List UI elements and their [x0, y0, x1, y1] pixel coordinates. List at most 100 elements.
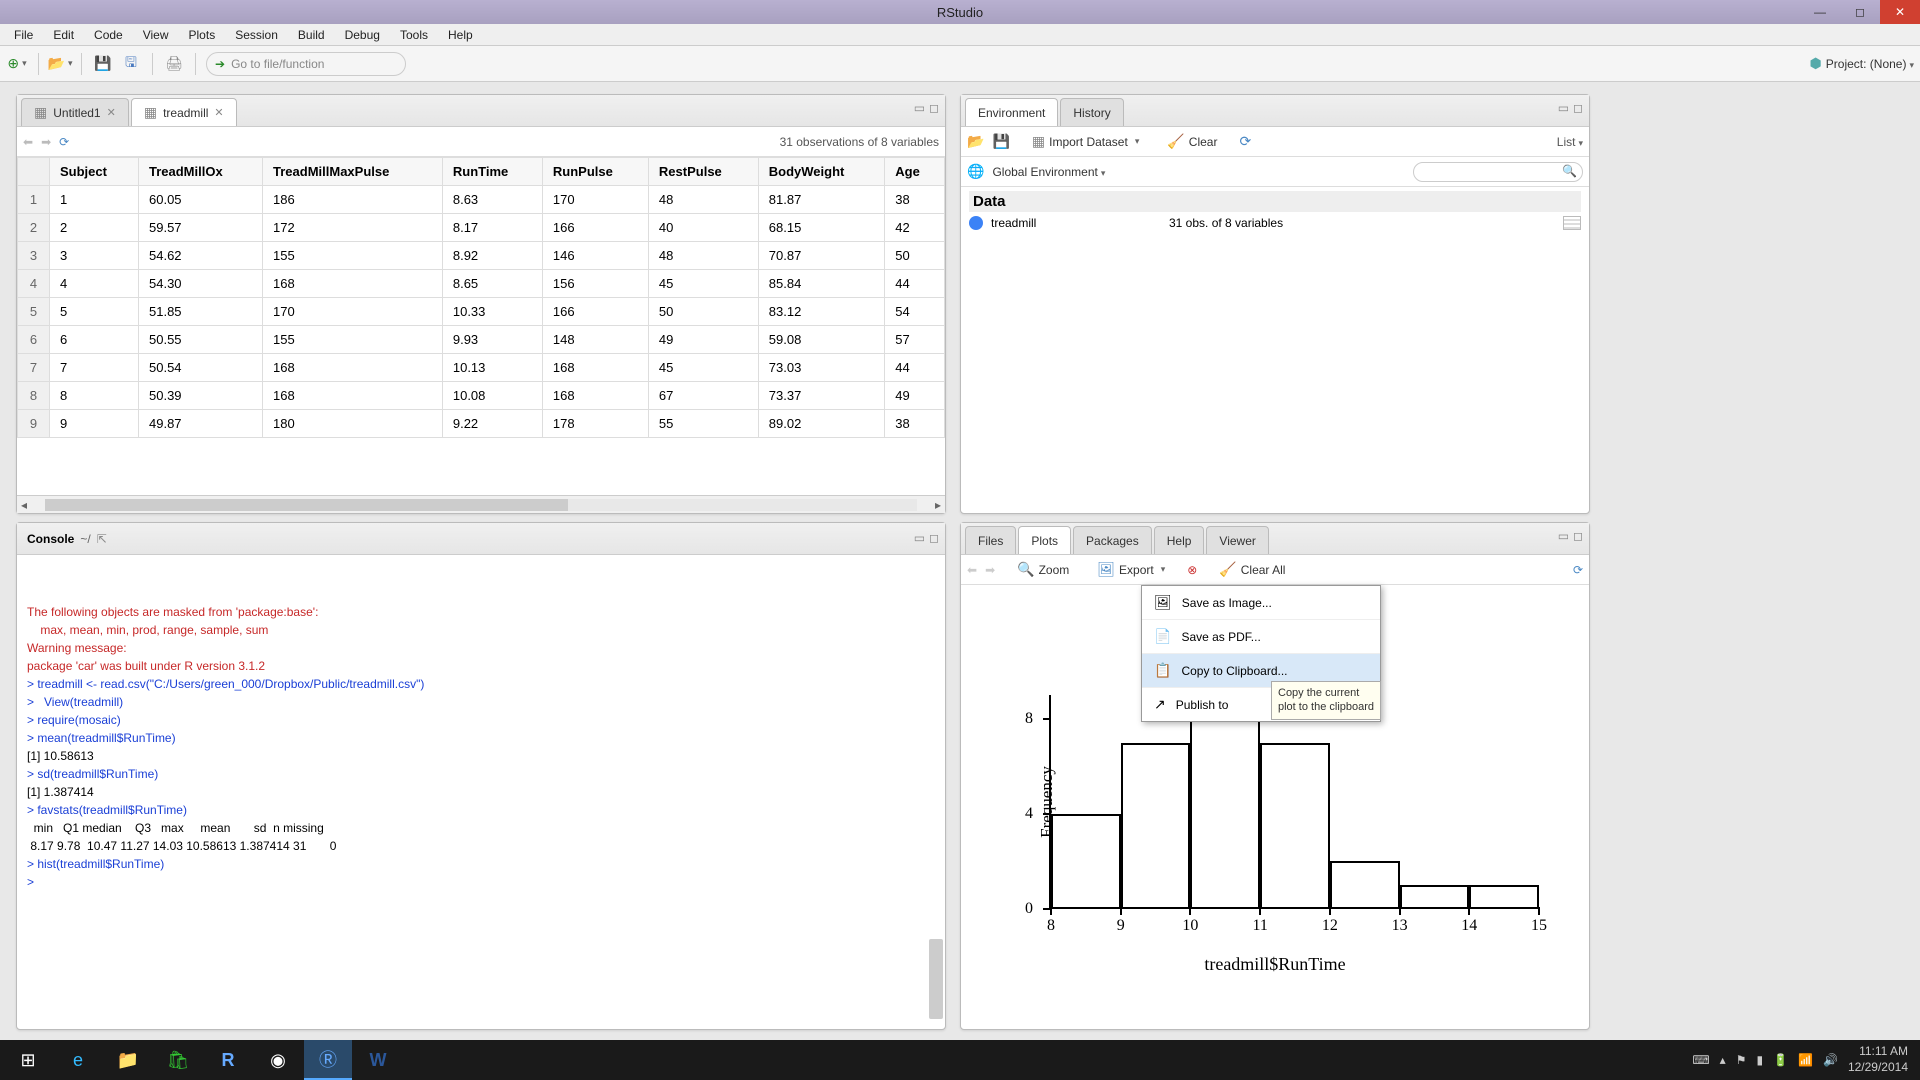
export-menu-item[interactable]: 📄Save as PDF...: [1142, 619, 1380, 653]
table-row[interactable]: 9949.871809.221785589.0238: [18, 410, 945, 438]
menu-file[interactable]: File: [4, 24, 43, 46]
import-dataset-button[interactable]: ▦Import Dataset: [1026, 131, 1145, 152]
reload-icon[interactable]: ⟳: [59, 135, 69, 149]
maximize-pane-icon[interactable]: ◻: [929, 101, 939, 115]
col-header[interactable]: TreadMillMaxPulse: [263, 158, 443, 186]
back-icon[interactable]: ⬅: [23, 135, 33, 149]
close-button[interactable]: ✕: [1880, 0, 1920, 24]
clear-env-button[interactable]: 🧹Clear: [1161, 131, 1223, 152]
save-env-icon[interactable]: 💾: [992, 133, 1009, 150]
clock[interactable]: 11:11 AM 12/29/2014: [1848, 1044, 1908, 1075]
close-tab-icon[interactable]: ✕: [107, 106, 116, 119]
tab-history[interactable]: History: [1060, 98, 1123, 126]
menu-edit[interactable]: Edit: [43, 24, 84, 46]
menu-debug[interactable]: Debug: [335, 24, 390, 46]
refresh-plot-icon[interactable]: ⟳: [1573, 563, 1583, 577]
forward-icon[interactable]: ➡: [41, 135, 51, 149]
next-plot-icon[interactable]: ➡: [985, 563, 995, 577]
table-row[interactable]: 6650.551559.931484959.0857: [18, 326, 945, 354]
scroll-thumb[interactable]: [45, 499, 568, 511]
table-row[interactable]: 7750.5416810.131684573.0344: [18, 354, 945, 382]
menu-help[interactable]: Help: [438, 24, 483, 46]
tray-chevron-icon[interactable]: ▴: [1720, 1053, 1726, 1067]
clear-all-button[interactable]: 🧹Clear All: [1213, 559, 1291, 580]
close-tab-icon[interactable]: ✕: [214, 106, 223, 119]
refresh-env-icon[interactable]: ⟳: [1239, 133, 1251, 150]
table-row[interactable]: 5551.8517010.331665083.1254: [18, 298, 945, 326]
wifi-icon[interactable]: 📶: [1798, 1053, 1813, 1067]
minimize-pane-icon[interactable]: ▭: [1558, 529, 1569, 543]
maximize-pane-icon[interactable]: ◻: [1573, 101, 1583, 115]
table-row[interactable]: 8850.3916810.081686773.3749: [18, 382, 945, 410]
system-tray[interactable]: ⌨ ▴ ⚑ ▮ 🔋 📶 🔊 11:11 AM 12/29/2014: [1692, 1044, 1916, 1075]
tab-files[interactable]: Files: [965, 526, 1016, 554]
word-icon[interactable]: W: [354, 1040, 402, 1080]
maximize-pane-icon[interactable]: ◻: [929, 531, 939, 545]
horizontal-scrollbar[interactable]: ◂ ▸: [17, 495, 945, 513]
maximize-button[interactable]: ◻: [1840, 0, 1880, 24]
battery-icon[interactable]: 🔋: [1773, 1053, 1788, 1067]
print-icon[interactable]: 🖨: [163, 53, 185, 75]
network-icon[interactable]: ▮: [1756, 1053, 1763, 1067]
minimize-pane-icon[interactable]: ▭: [1558, 101, 1569, 115]
chrome-icon[interactable]: ◉: [254, 1040, 302, 1080]
console-body[interactable]: The following objects are masked from 'p…: [17, 555, 945, 1029]
col-header[interactable]: RunTime: [442, 158, 542, 186]
scroll-right-icon[interactable]: ▸: [931, 498, 945, 512]
data-grid[interactable]: SubjectTreadMillOxTreadMillMaxPulseRunTi…: [17, 157, 945, 493]
table-row[interactable]: 3354.621558.921464870.8750: [18, 242, 945, 270]
flag-icon[interactable]: ⚑: [1736, 1053, 1747, 1067]
start-button[interactable]: ⊞: [4, 1040, 52, 1080]
remove-plot-icon[interactable]: ⊗: [1187, 563, 1197, 577]
table-row[interactable]: 4454.301688.651564585.8444: [18, 270, 945, 298]
prev-plot-icon[interactable]: ⬅: [967, 563, 977, 577]
export-menu-item[interactable]: 🖼Save as Image...: [1142, 586, 1380, 619]
minimize-pane-icon[interactable]: ▭: [914, 101, 925, 115]
keyboard-icon[interactable]: ⌨: [1692, 1053, 1709, 1067]
tab-help[interactable]: Help: [1154, 526, 1205, 554]
menu-code[interactable]: Code: [84, 24, 133, 46]
minimize-pane-icon[interactable]: ▭: [914, 531, 925, 545]
maximize-pane-icon[interactable]: ◻: [1573, 529, 1583, 543]
save-all-icon[interactable]: 🖫: [120, 53, 142, 75]
console-scroll-thumb[interactable]: [929, 939, 943, 1019]
col-header[interactable]: BodyWeight: [758, 158, 885, 186]
tab-packages[interactable]: Packages: [1073, 526, 1152, 554]
view-data-icon[interactable]: [1563, 216, 1581, 230]
tab-environment[interactable]: Environment: [965, 98, 1058, 126]
store-icon[interactable]: 🛍: [154, 1040, 202, 1080]
env-item[interactable]: treadmill 31 obs. of 8 variables: [969, 212, 1581, 234]
open-file-icon[interactable]: 📂: [49, 53, 71, 75]
menu-view[interactable]: View: [133, 24, 179, 46]
volume-icon[interactable]: 🔊: [1823, 1053, 1838, 1067]
load-icon[interactable]: 📂: [967, 133, 984, 150]
col-header[interactable]: Age: [885, 158, 945, 186]
tab-treadmill[interactable]: ▦treadmill✕: [131, 98, 237, 126]
col-header[interactable]: RestPulse: [648, 158, 758, 186]
col-header[interactable]: TreadMillOx: [139, 158, 263, 186]
table-row[interactable]: 1160.051868.631704881.8738: [18, 186, 945, 214]
col-header[interactable]: RunPulse: [542, 158, 648, 186]
minimize-button[interactable]: —: [1800, 0, 1840, 24]
env-search-input[interactable]: [1413, 162, 1583, 182]
rstudio-taskbar-icon[interactable]: Ⓡ: [304, 1040, 352, 1080]
menu-tools[interactable]: Tools: [390, 24, 438, 46]
tab-viewer[interactable]: Viewer: [1206, 526, 1268, 554]
console-popout-icon[interactable]: ⇱: [97, 532, 107, 546]
ie-icon[interactable]: e: [54, 1040, 102, 1080]
menu-build[interactable]: Build: [288, 24, 335, 46]
menu-plots[interactable]: Plots: [179, 24, 226, 46]
zoom-button[interactable]: 🔍Zoom: [1011, 559, 1075, 580]
table-row[interactable]: 2259.571728.171664068.1542: [18, 214, 945, 242]
scroll-left-icon[interactable]: ◂: [17, 498, 31, 512]
save-icon[interactable]: 💾: [92, 53, 114, 75]
r-icon[interactable]: R: [204, 1040, 252, 1080]
tab-untitled1[interactable]: ▦Untitled1✕: [21, 98, 129, 126]
project-menu[interactable]: ⬢ Project: (None): [1810, 55, 1914, 72]
export-button[interactable]: 🖼Export: [1091, 559, 1171, 580]
env-scope[interactable]: Global Environment: [992, 165, 1105, 179]
new-file-icon[interactable]: ⊕: [6, 53, 28, 75]
tab-plots[interactable]: Plots: [1018, 526, 1071, 554]
explorer-icon[interactable]: 📁: [104, 1040, 152, 1080]
goto-file-input[interactable]: ➔ Go to file/function: [206, 52, 406, 76]
